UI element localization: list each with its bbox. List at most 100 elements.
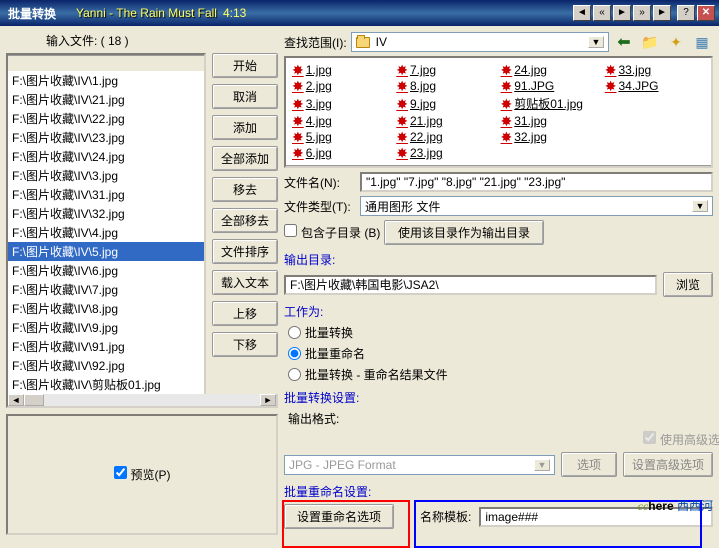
radio-convert-rename[interactable] bbox=[288, 368, 301, 381]
input-files-label: 输入文件: ( 18 ) bbox=[6, 32, 278, 49]
move-down-button[interactable]: 下移 bbox=[212, 332, 278, 357]
cancel-button[interactable]: 取消 bbox=[212, 84, 278, 109]
format-combo: JPG - JPEG Format▼ bbox=[284, 455, 555, 475]
file-row[interactable]: F:\图片收藏\IV\1.jpg bbox=[8, 71, 204, 90]
image-icon: ✸ bbox=[292, 80, 304, 92]
file-row[interactable]: F:\图片收藏\IV\8.jpg bbox=[8, 299, 204, 318]
load-text-button[interactable]: 载入文本 bbox=[212, 270, 278, 295]
grid-file[interactable]: ✸23.jpg bbox=[394, 145, 498, 161]
image-icon: ✸ bbox=[501, 131, 513, 143]
grid-hscroll[interactable]: ◄ ► bbox=[286, 165, 711, 168]
filetype-combo[interactable]: 通用图形 文件 ▼ bbox=[360, 196, 713, 216]
file-row[interactable]: F:\图片收藏\IV\21.jpg bbox=[8, 90, 204, 109]
scroll-thumb[interactable] bbox=[24, 394, 44, 406]
grid-file[interactable]: ✸21.jpg bbox=[394, 113, 498, 129]
grid-file[interactable]: ✸剪贴板01.jpg bbox=[499, 94, 603, 113]
grid-file[interactable]: ✸1.jpg bbox=[290, 62, 394, 78]
file-row[interactable]: F:\图片收藏\IV\22.jpg bbox=[8, 109, 204, 128]
outputdir-label: 输出目录: bbox=[284, 251, 713, 268]
convset-label: 批量转换设置: bbox=[284, 389, 713, 406]
file-row[interactable]: F:\图片收藏\IV\31.jpg bbox=[8, 185, 204, 204]
next-icon[interactable]: ► bbox=[653, 5, 671, 21]
file-row[interactable]: F:\图片收藏\IV\5.jpg bbox=[8, 242, 204, 261]
hscrollbar[interactable]: ◄ ► bbox=[6, 394, 278, 408]
add-all-button[interactable]: 全部添加 bbox=[212, 146, 278, 171]
image-icon: ✸ bbox=[396, 64, 408, 76]
file-row[interactable]: F:\图片收藏\IV\92.jpg bbox=[8, 356, 204, 375]
browse-button[interactable]: 浏览 bbox=[663, 272, 713, 297]
window-title: 批量转换 bbox=[8, 5, 56, 22]
grid-file[interactable]: ✸22.jpg bbox=[394, 129, 498, 145]
help-icon[interactable]: ? bbox=[677, 5, 695, 21]
grid-file[interactable]: ✸4.jpg bbox=[290, 113, 394, 129]
radio-rename[interactable] bbox=[288, 347, 301, 360]
back-icon[interactable]: ⬅ bbox=[613, 32, 635, 52]
remove-all-button[interactable]: 全部移去 bbox=[212, 208, 278, 233]
sort-button[interactable]: 文件排序 bbox=[212, 239, 278, 264]
scroll-left-icon[interactable]: ◄ bbox=[8, 394, 24, 406]
file-row[interactable]: F:\图片收藏\IV\32.jpg bbox=[8, 204, 204, 223]
grid-file[interactable]: ✸31.jpg bbox=[499, 113, 603, 129]
preview-checkbox[interactable]: 预览(P) bbox=[114, 468, 171, 482]
grid-file[interactable]: ✸7.jpg bbox=[394, 62, 498, 78]
chevron-down-icon[interactable]: ▼ bbox=[692, 200, 708, 212]
use-adv-checkbox: 使用高级选项 bbox=[643, 431, 713, 448]
filename-input[interactable] bbox=[360, 172, 713, 192]
grid-file bbox=[603, 94, 707, 113]
grid-file[interactable]: ✸8.jpg bbox=[394, 78, 498, 94]
image-icon: ✸ bbox=[292, 115, 304, 127]
file-browser[interactable]: ✸1.jpg✸7.jpg✸24.jpg✸33.jpg ✸2.jpg✸8.jpg✸9… bbox=[284, 56, 713, 168]
start-button[interactable]: 开始 bbox=[212, 53, 278, 78]
folder-icon bbox=[356, 37, 370, 48]
workas-label: 工作为: bbox=[284, 303, 713, 320]
close-icon[interactable]: ✕ bbox=[697, 5, 715, 21]
image-icon: ✸ bbox=[396, 80, 408, 92]
move-up-button[interactable]: 上移 bbox=[212, 301, 278, 326]
chevron-down-icon[interactable]: ▼ bbox=[588, 36, 604, 48]
file-row[interactable]: F:\图片收藏\IV\3.jpg bbox=[8, 166, 204, 185]
add-button[interactable]: 添加 bbox=[212, 115, 278, 140]
grid-file[interactable]: ✸91.JPG bbox=[499, 78, 603, 94]
file-row[interactable]: F:\图片收藏\IV\9.jpg bbox=[8, 318, 204, 337]
highlight-red bbox=[282, 500, 410, 548]
radio-convert[interactable] bbox=[288, 326, 301, 339]
file-row[interactable]: F:\图片收藏\IV\6.jpg bbox=[8, 261, 204, 280]
rew-icon[interactable]: « bbox=[593, 5, 611, 21]
grid-file[interactable]: ✸5.jpg bbox=[290, 129, 394, 145]
grid-file[interactable]: ✸6.jpg bbox=[290, 145, 394, 161]
grid-file[interactable]: ✸32.jpg bbox=[499, 129, 603, 145]
image-icon: ✸ bbox=[501, 64, 513, 76]
scroll-right-icon[interactable]: ► bbox=[260, 394, 276, 406]
options-button: 选项 bbox=[561, 452, 617, 477]
file-row[interactable]: F:\图片收藏\IV\剪贴板01.jpg bbox=[8, 375, 204, 394]
fwd-icon[interactable]: » bbox=[633, 5, 651, 21]
file-row[interactable]: F:\图片收藏\IV\4.jpg bbox=[8, 223, 204, 242]
image-icon: ✸ bbox=[396, 131, 408, 143]
file-row[interactable]: F:\图片收藏\IV\23.jpg bbox=[8, 128, 204, 147]
grid-file[interactable]: ✸9.jpg bbox=[394, 94, 498, 113]
file-row[interactable]: F:\图片收藏\IV\7.jpg bbox=[8, 280, 204, 299]
prev-icon[interactable]: ◄ bbox=[573, 5, 591, 21]
play-icon[interactable]: ► bbox=[613, 5, 631, 21]
grid-file bbox=[603, 113, 707, 129]
image-icon: ✸ bbox=[501, 115, 513, 127]
file-row[interactable]: F:\图片收藏\IV\91.jpg bbox=[8, 337, 204, 356]
remove-button[interactable]: 移去 bbox=[212, 177, 278, 202]
grid-file bbox=[499, 145, 603, 161]
file-row[interactable]: F:\图片收藏\IV\24.jpg bbox=[8, 147, 204, 166]
grid-file[interactable]: ✸2.jpg bbox=[290, 78, 394, 94]
outputdir-input[interactable] bbox=[284, 275, 657, 295]
lookin-label: 查找范围(I): bbox=[284, 34, 347, 51]
use-dir-button[interactable]: 使用该目录作为输出目录 bbox=[384, 220, 544, 245]
window-buttons: ? ✕ bbox=[677, 5, 715, 21]
grid-file[interactable]: ✸33.jpg bbox=[603, 62, 707, 78]
lookin-combo[interactable]: IV ▼ bbox=[351, 32, 609, 52]
include-sub-checkbox[interactable]: 包含子目录 (B) bbox=[284, 224, 354, 241]
new-folder-icon[interactable]: ✦ bbox=[665, 32, 687, 52]
up-folder-icon[interactable]: 📁 bbox=[639, 32, 661, 52]
input-file-list[interactable]: F:\图片收藏\IV\1.jpgF:\图片收藏\IV\21.jpgF:\图片收藏… bbox=[6, 53, 206, 396]
grid-file[interactable]: ✸3.jpg bbox=[290, 94, 394, 113]
grid-file[interactable]: ✸24.jpg bbox=[499, 62, 603, 78]
grid-file[interactable]: ✸34.JPG bbox=[603, 78, 707, 94]
view-icon[interactable]: ▦ bbox=[691, 32, 713, 52]
